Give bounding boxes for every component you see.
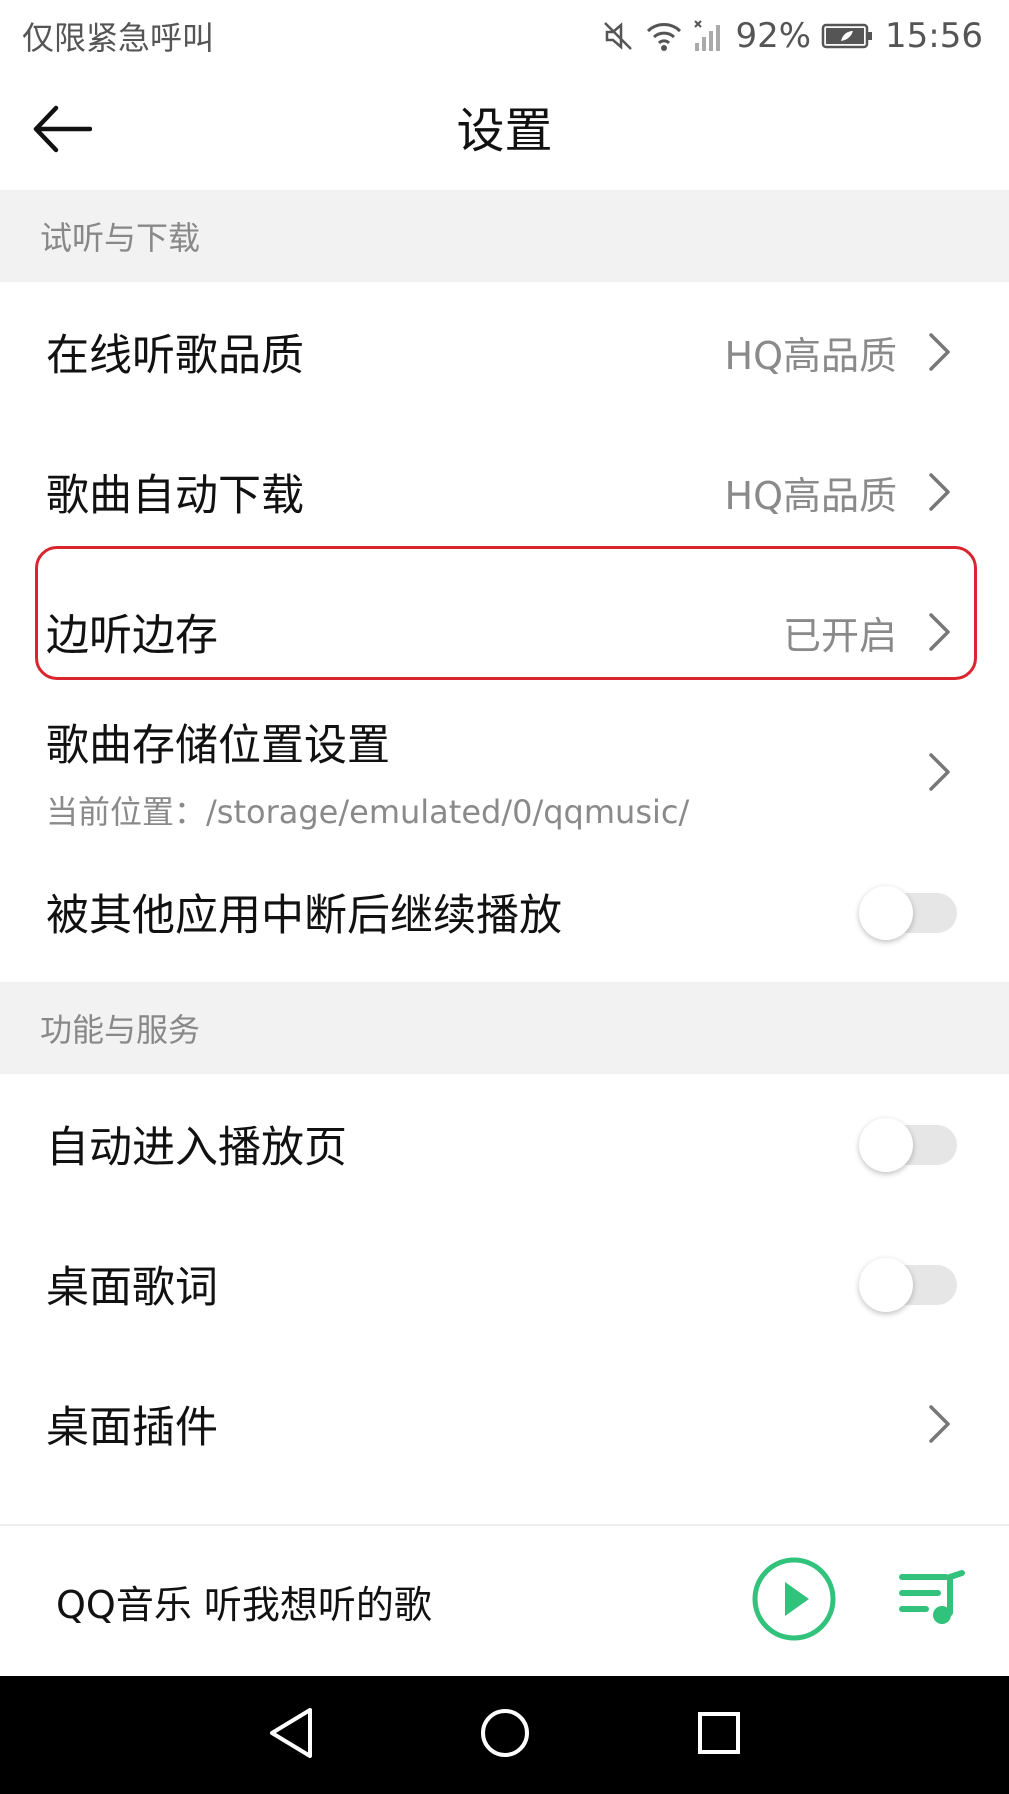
row-label: 被其他应用中断后继续播放	[46, 891, 562, 941]
row-cache-while-listening[interactable]: 边听边存 已开启	[0, 562, 1009, 702]
section-header-features-services: 功能与服务	[0, 982, 1009, 1074]
playlist-icon	[898, 1567, 966, 1635]
row-label: 歌曲自动下载	[46, 471, 304, 521]
desktop-lyrics-toggle[interactable]	[859, 1255, 963, 1313]
row-label: 自动进入播放页	[46, 1123, 347, 1173]
row-online-quality[interactable]: 在线听歌品质 HQ高品质	[0, 282, 1009, 422]
wifi-icon	[645, 19, 683, 53]
mini-player-text: QQ音乐 听我想听的歌	[56, 1582, 432, 1627]
carrier-text: 仅限紧急呼叫	[22, 19, 215, 57]
play-button[interactable]	[749, 1556, 839, 1646]
toggle-knob	[859, 1118, 913, 1172]
battery-icon	[821, 21, 875, 51]
header: 设置	[0, 72, 1009, 190]
row-label: 桌面歌词	[46, 1263, 218, 1313]
resume-toggle[interactable]	[859, 883, 963, 941]
row-label: 边听边存	[46, 611, 218, 661]
nav-back-button[interactable]	[259, 1703, 323, 1767]
chevron-right-icon	[925, 1402, 955, 1446]
nav-home-icon	[478, 1706, 532, 1764]
row-label: 歌曲存储位置设置	[46, 721, 390, 771]
mute-icon	[601, 19, 635, 53]
playlist-button[interactable]	[895, 1564, 969, 1638]
status-icons: 92% 15:56	[601, 16, 983, 56]
nav-recents-button[interactable]	[687, 1703, 751, 1767]
nav-home-button[interactable]	[473, 1703, 537, 1767]
mini-player[interactable]: QQ音乐 听我想听的歌	[0, 1524, 1009, 1676]
auto-open-player-toggle[interactable]	[859, 1115, 963, 1173]
row-subtitle: 当前位置：/storage/emulated/0/qqmusic/	[46, 793, 690, 831]
page-title: 设置	[456, 103, 553, 159]
row-auto-download[interactable]: 歌曲自动下载 HQ高品质	[0, 422, 1009, 562]
chevron-right-icon	[925, 750, 955, 794]
row-resume-after-interrupt: 被其他应用中断后继续播放	[0, 842, 1009, 982]
row-value: HQ高品质	[724, 473, 898, 518]
row-desktop-widget[interactable]: 桌面插件	[0, 1354, 1009, 1494]
chevron-right-icon	[925, 470, 955, 514]
row-value: HQ高品质	[724, 333, 898, 378]
chevron-right-icon	[925, 610, 955, 654]
row-auto-open-player: 自动进入播放页	[0, 1074, 1009, 1214]
nav-recents-icon	[695, 1709, 743, 1761]
battery-percent: 92%	[735, 16, 812, 56]
toggle-knob	[859, 1258, 913, 1312]
row-value: 已开启	[782, 613, 897, 658]
system-nav-bar	[0, 1676, 1009, 1794]
toggle-knob	[859, 886, 913, 940]
status-bar: 仅限紧急呼叫 92% 15:56	[0, 0, 1009, 72]
chevron-right-icon	[925, 330, 955, 374]
time-text: 15:56	[885, 16, 983, 56]
nav-back-icon	[266, 1706, 316, 1764]
section-header-listen-download: 试听与下载	[0, 190, 1009, 282]
row-label: 桌面插件	[46, 1403, 218, 1453]
signal-icon	[693, 19, 725, 53]
row-desktop-lyrics: 桌面歌词	[0, 1214, 1009, 1354]
row-label: 在线听歌品质	[46, 331, 304, 381]
play-icon	[751, 1556, 837, 1646]
row-storage-location[interactable]: 歌曲存储位置设置 当前位置：/storage/emulated/0/qqmusi…	[0, 702, 1009, 842]
